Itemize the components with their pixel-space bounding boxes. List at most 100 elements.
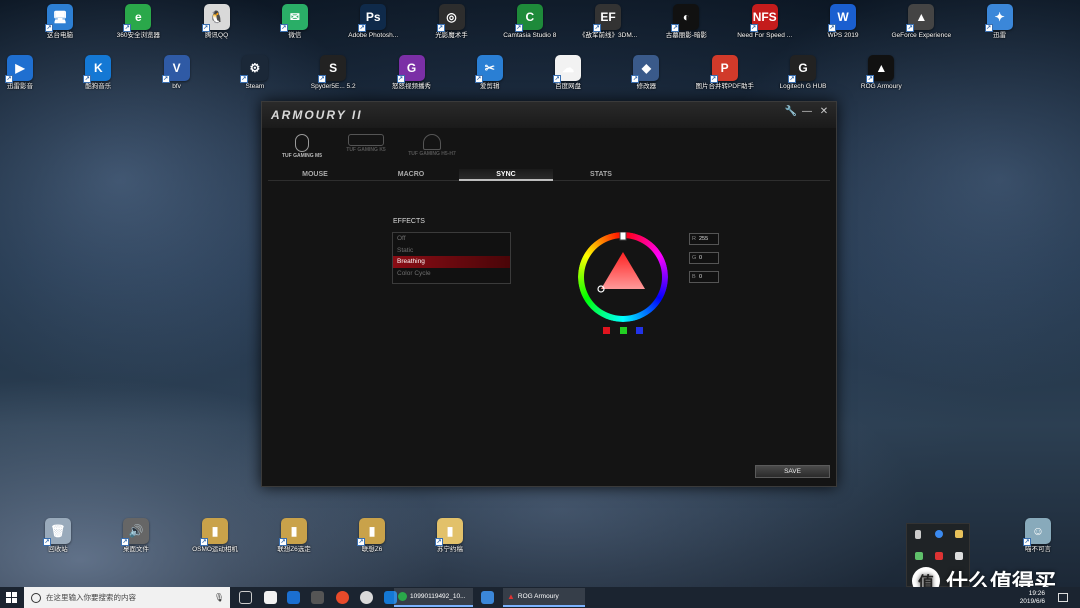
desktop-icon[interactable]: ◎ ↗ 光影魔术手 bbox=[420, 4, 484, 54]
red-field[interactable]: R 255 bbox=[689, 233, 719, 245]
save-button[interactable]: SAVE bbox=[755, 465, 830, 478]
taskbar-app-browser[interactable]: 10990119492_10... bbox=[394, 588, 473, 607]
desktop-icon[interactable]: ✦ ↗ 迅雷 bbox=[968, 4, 1032, 54]
hue-handle[interactable] bbox=[619, 232, 627, 241]
blue-value: 0 bbox=[699, 274, 703, 280]
app-tray-icon[interactable] bbox=[955, 530, 963, 538]
usb-icon[interactable] bbox=[915, 530, 921, 539]
desktop-icon[interactable]: C ↗ Camtasia Studio 8 bbox=[498, 4, 562, 54]
mic-icon[interactable]: 🎙 bbox=[214, 593, 224, 602]
green-swatch[interactable] bbox=[620, 327, 627, 334]
desktop-icon[interactable]: ☺ ↗ 喵不可言 bbox=[1006, 518, 1070, 568]
desktop-icon[interactable]: 🖥 ↗ 这台电脑 bbox=[28, 4, 92, 54]
app-icon: ▲ ↗ bbox=[906, 4, 935, 32]
store-icon[interactable] bbox=[264, 591, 277, 604]
effect-static[interactable]: Static bbox=[393, 245, 510, 257]
app-tray-icon[interactable] bbox=[915, 552, 923, 560]
desktop-icon-label: 百度网盘 bbox=[555, 83, 582, 90]
app-icon: ▶ ↗ bbox=[5, 55, 33, 83]
desktop-icon[interactable]: ▮ ↗ 苏宁约稿 bbox=[418, 518, 482, 568]
desktop-icon[interactable]: ▶ ↗ 迅雷影音 bbox=[0, 55, 52, 105]
app-tray-icon[interactable] bbox=[955, 552, 963, 560]
app-icon[interactable] bbox=[311, 591, 324, 604]
armoury-window: ARMOURY II 🔧 — ✕ TUF GAMING M5 TUF GAMIN… bbox=[261, 101, 837, 487]
desktop-icon[interactable]: W ↗ WPS 2019 bbox=[811, 4, 875, 54]
start-button[interactable] bbox=[6, 592, 17, 603]
effect-color-cycle[interactable]: Color Cycle bbox=[393, 268, 510, 280]
app-icon: Ps ↗ bbox=[358, 4, 387, 32]
desktop-icon[interactable]: e ↗ 360安全浏览器 bbox=[106, 4, 170, 54]
xunlei-icon[interactable] bbox=[481, 591, 494, 604]
desktop-icon[interactable]: 🗑 ↗ 回收站 bbox=[26, 518, 90, 568]
color-wheel[interactable] bbox=[578, 232, 668, 322]
desktop-icon-label: Steam bbox=[245, 83, 265, 90]
device-label: TUF GAMING H5-H7 bbox=[408, 151, 456, 157]
desktop-icon[interactable]: P ↗ 图片合并转PDF助手 bbox=[693, 55, 757, 105]
desktop-icon[interactable]: ◆ ↗ 修改器 bbox=[614, 55, 678, 105]
taskbar-app-rog[interactable]: ▲ ROG Armoury bbox=[503, 588, 585, 607]
red-swatch[interactable] bbox=[603, 327, 610, 334]
desktop-icon[interactable]: K ↗ 酷狗音乐 bbox=[66, 55, 130, 105]
shortcut-arrow-icon: ↗ bbox=[436, 24, 445, 32]
device-headset[interactable]: TUF GAMING H5-H7 bbox=[402, 132, 462, 164]
desktop-icon[interactable]: ✉ ↗ 微信 bbox=[263, 4, 327, 54]
desktop-icon-label: 回收站 bbox=[48, 546, 68, 553]
app-icon: W ↗ bbox=[828, 4, 856, 32]
desktop-icon[interactable]: EF ↗ 《敌军前线》3DM... bbox=[576, 4, 640, 54]
blue-field[interactable]: B0 bbox=[689, 271, 719, 283]
chrome-icon[interactable] bbox=[336, 591, 349, 604]
desktop-icon[interactable]: ✂ ↗ 爱剪辑 bbox=[458, 55, 522, 105]
app-icon: ☁ ↗ bbox=[553, 55, 582, 83]
desktop-icon[interactable]: ▲ ↗ ROG Armoury bbox=[849, 55, 913, 105]
search-box[interactable]: 在这里输入你要搜索的内容 🎙 bbox=[24, 587, 230, 608]
desktop-icon-label: 修改器 bbox=[636, 83, 657, 90]
title-bar[interactable]: ARMOURY II 🔧 — ✕ bbox=[262, 102, 836, 128]
device-mouse[interactable]: TUF GAMING M5 bbox=[274, 132, 330, 164]
task-view-icon[interactable] bbox=[239, 591, 252, 604]
desktop-icon-label: 苏宁约稿 bbox=[437, 546, 463, 553]
effect-breathing[interactable]: Breathing bbox=[393, 256, 510, 268]
desktop-icon[interactable]: NFS ↗ Need For Speed ... bbox=[733, 4, 797, 54]
desktop-icon[interactable]: S ↗ Spyder5E... 5.2 bbox=[301, 55, 365, 105]
desktop-icon[interactable]: ▮ ↗ 联想Z6选定 bbox=[262, 518, 326, 568]
app-icon: ✉ ↗ bbox=[279, 4, 308, 32]
bluetooth-icon[interactable] bbox=[935, 530, 943, 538]
saturation-triangle[interactable] bbox=[601, 252, 645, 289]
minimize-button[interactable]: — bbox=[800, 105, 814, 119]
red-value: 255 bbox=[699, 236, 709, 242]
green-field[interactable]: G0 bbox=[689, 252, 719, 264]
desktop-icon[interactable]: 🔊 ↗ 桌面文件 bbox=[104, 518, 168, 568]
desktop-icon[interactable]: G ↗ 怒怒视频播秀 bbox=[380, 55, 444, 105]
tab-mouse[interactable]: MOUSE bbox=[268, 169, 362, 181]
desktop-icon[interactable]: ▲ ↗ GeForce Experience bbox=[889, 4, 953, 54]
shortcut-arrow-icon: ↗ bbox=[1023, 538, 1031, 546]
device-keyboard[interactable]: TUF GAMING K5 bbox=[338, 132, 394, 164]
desktop-icon[interactable]: ▮ ↗ OSMO运动相机 bbox=[183, 518, 247, 568]
desktop-icon[interactable]: 🐧 ↗ 腾讯QQ bbox=[185, 4, 249, 54]
tab-stats[interactable]: STATS bbox=[554, 169, 648, 181]
desktop-icon-label: ROG Armoury bbox=[860, 83, 902, 90]
desktop-icon[interactable]: ◐ ↗ 古墓丽影-暗影 bbox=[654, 4, 718, 54]
tab-sync[interactable]: SYNC bbox=[459, 169, 553, 181]
desktop-icon[interactable]: ▮ ↗ 联想Z6 bbox=[340, 518, 404, 568]
app-tray-icon[interactable] bbox=[935, 552, 943, 560]
settings-icon[interactable]: 🔧 bbox=[784, 105, 798, 119]
app-icon: ☺ ↗ bbox=[1023, 518, 1051, 546]
tab-macro[interactable]: MACRO bbox=[364, 169, 458, 181]
app-icon: 🗑 ↗ bbox=[43, 518, 71, 546]
effect-off[interactable]: Off bbox=[393, 233, 510, 245]
app-icon[interactable] bbox=[360, 591, 373, 604]
edge-icon[interactable] bbox=[287, 591, 300, 604]
app-icon: EF ↗ bbox=[593, 4, 622, 32]
app-icon: NFS ↗ bbox=[749, 4, 778, 32]
notification-icon[interactable] bbox=[1058, 593, 1068, 602]
desktop-icon[interactable]: ⚙ ↗ Steam bbox=[223, 55, 287, 105]
desktop-icon[interactable]: V ↗ bfv bbox=[145, 55, 209, 105]
desktop-icon[interactable]: ☁ ↗ 百度网盘 bbox=[536, 55, 600, 105]
blue-swatch[interactable] bbox=[636, 327, 643, 334]
search-placeholder: 在这里输入你要搜索的内容 bbox=[46, 593, 136, 602]
desktop-icon[interactable]: Ps ↗ Adobe Photosh... bbox=[341, 4, 405, 54]
clock[interactable]: 19:26 2019/6/6 bbox=[1005, 590, 1045, 606]
close-button[interactable]: ✕ bbox=[817, 105, 831, 119]
desktop-icon[interactable]: G ↗ Logitech G HUB bbox=[771, 55, 835, 105]
